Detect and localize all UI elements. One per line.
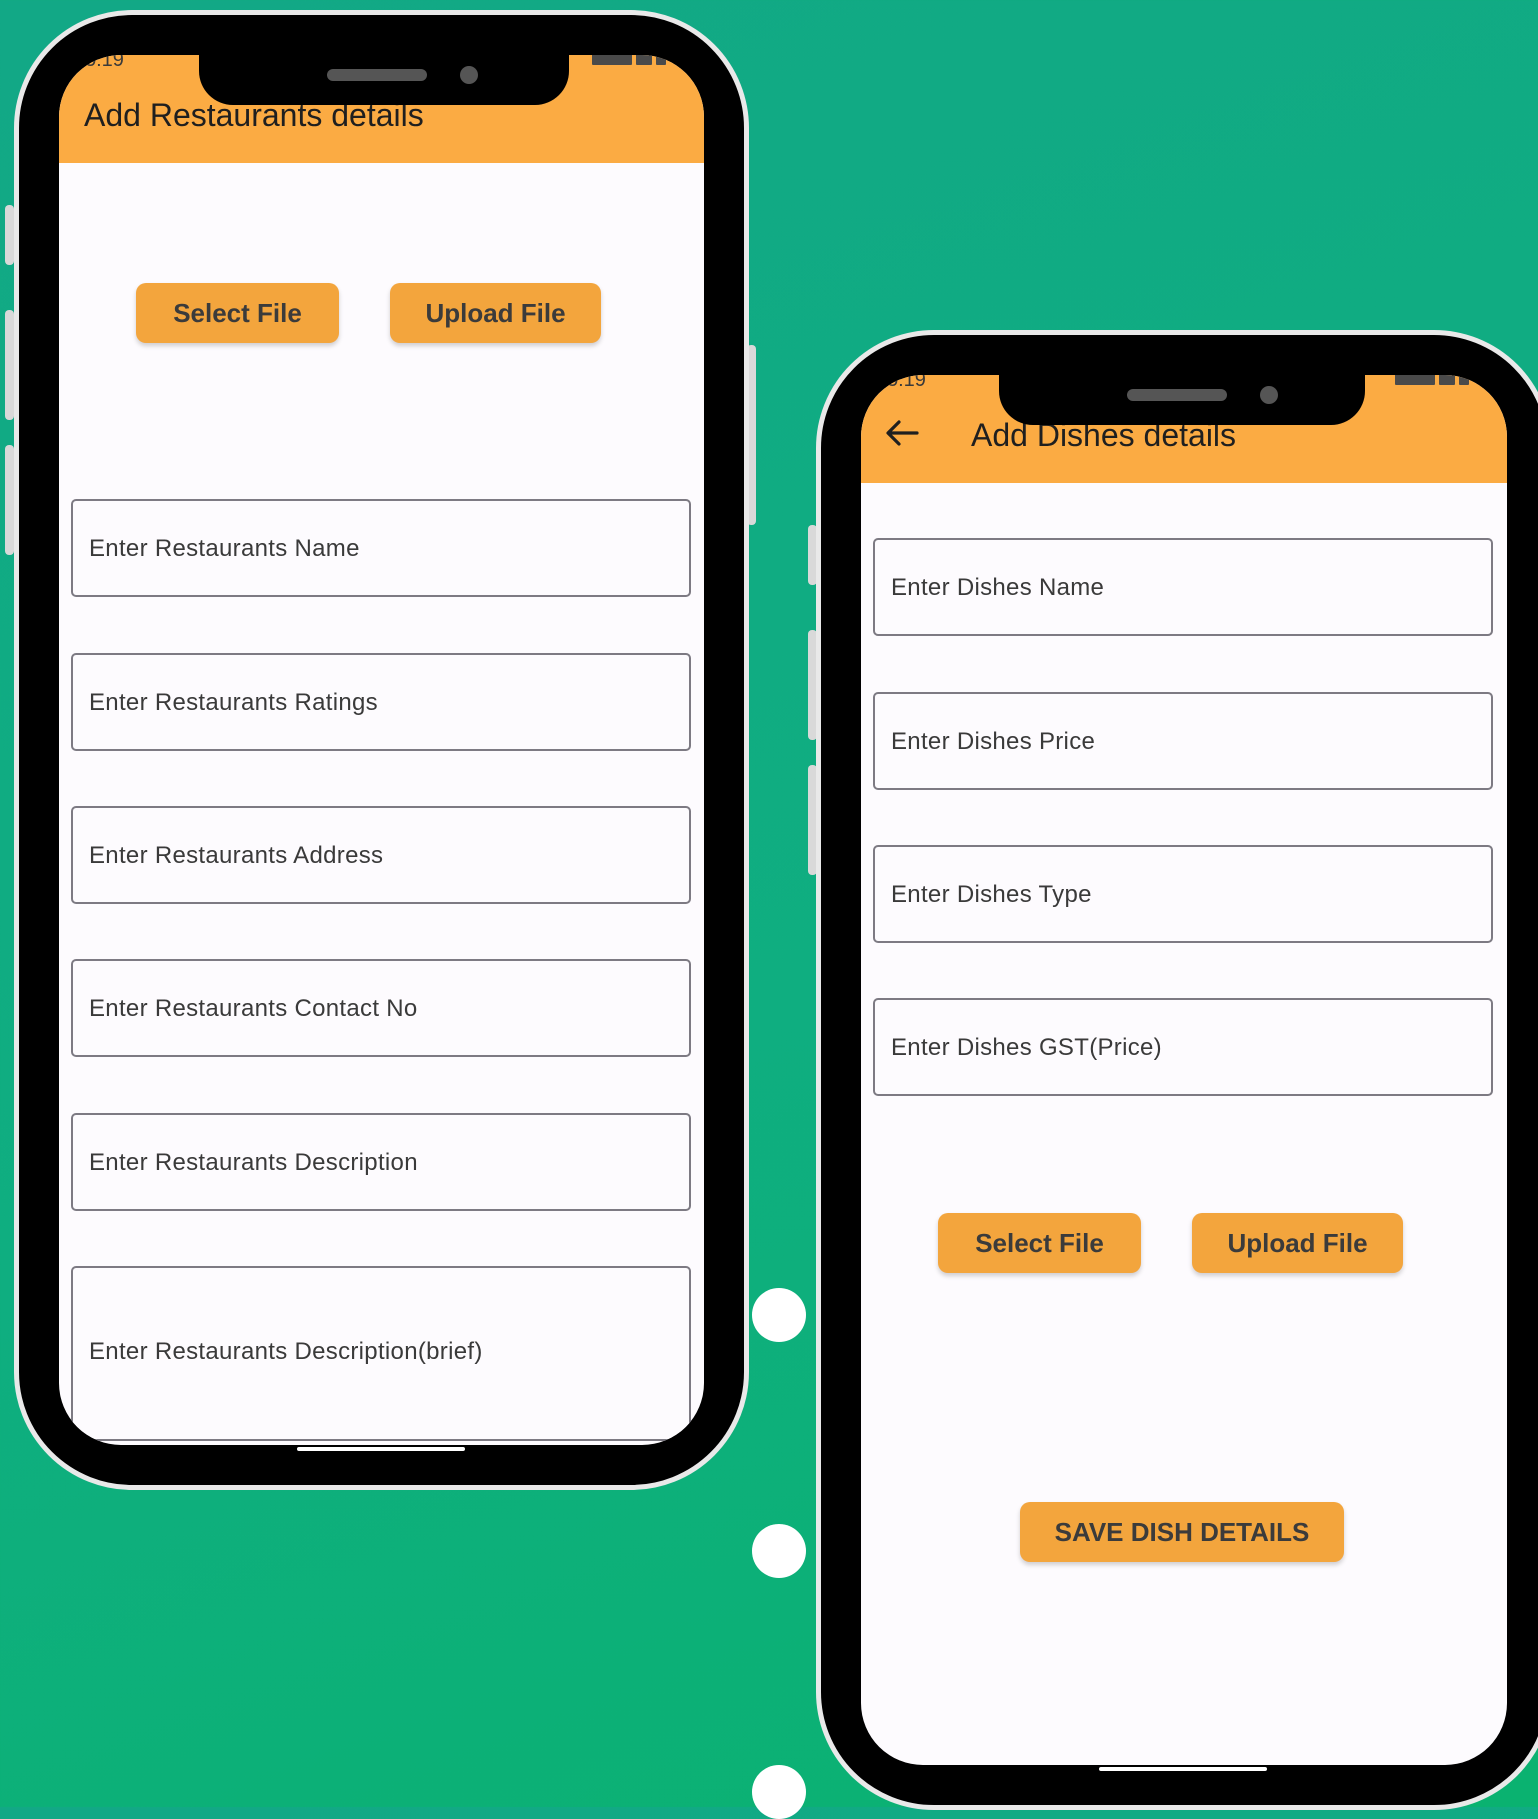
phone-notch	[199, 55, 569, 105]
field-placeholder: Enter Dishes Name	[891, 574, 1105, 601]
status-time: 5:19	[887, 375, 926, 391]
field-placeholder: Enter Restaurants Address	[89, 842, 384, 869]
dish-gst-field[interactable]: Enter Dishes GST(Price)	[873, 998, 1493, 1096]
volte-icon	[592, 55, 632, 65]
field-placeholder: Enter Restaurants Name	[89, 535, 360, 562]
save-dish-details-button[interactable]: SAVE DISH DETAILS	[1020, 1502, 1344, 1562]
volte-icon	[1395, 375, 1435, 385]
decorative-dot	[752, 1765, 806, 1819]
battery-icon	[1459, 375, 1469, 385]
upload-file-button[interactable]: Upload File	[1192, 1213, 1403, 1273]
restaurant-address-field[interactable]: Enter Restaurants Address	[71, 806, 691, 904]
speaker	[327, 69, 427, 81]
field-placeholder: Enter Restaurants Description(brief)	[89, 1338, 483, 1365]
phone-side-button	[5, 310, 14, 420]
upload-file-button[interactable]: Upload File	[390, 283, 601, 343]
status-icons	[592, 55, 666, 65]
restaurant-ratings-field[interactable]: Enter Restaurants Ratings	[71, 653, 691, 751]
field-placeholder: Enter Restaurants Contact No	[89, 995, 418, 1022]
phone-side-button	[5, 205, 14, 265]
speaker	[1127, 389, 1227, 401]
status-icons	[1395, 375, 1469, 385]
signal-icon	[1439, 375, 1455, 385]
select-file-button[interactable]: Select File	[136, 283, 339, 343]
home-indicator[interactable]	[297, 1447, 465, 1451]
phone-notch	[999, 375, 1365, 425]
dishes-screen: 5:19 Add Dishes details Enter Dishes Nam…	[861, 375, 1507, 1765]
field-placeholder: Enter Restaurants Description	[89, 1149, 418, 1176]
decorative-dot	[752, 1524, 806, 1578]
arrow-left-icon[interactable]	[883, 417, 921, 449]
field-placeholder: Enter Dishes GST(Price)	[891, 1034, 1162, 1061]
field-placeholder: Enter Dishes Type	[891, 881, 1092, 908]
field-placeholder: Enter Restaurants Ratings	[89, 689, 378, 716]
select-file-button[interactable]: Select File	[938, 1213, 1141, 1273]
phone-side-button	[5, 445, 14, 555]
camera	[460, 66, 478, 84]
battery-icon	[656, 55, 666, 65]
dishes-phone: 5:19 Add Dishes details Enter Dishes Nam…	[816, 330, 1538, 1810]
restaurant-description-field[interactable]: Enter Restaurants Description	[71, 1113, 691, 1211]
status-time: 5:19	[85, 55, 124, 71]
field-placeholder: Enter Dishes Price	[891, 728, 1096, 755]
dish-name-field[interactable]: Enter Dishes Name	[873, 538, 1493, 636]
camera	[1260, 386, 1278, 404]
signal-icon	[636, 55, 652, 65]
restaurant-contact-field[interactable]: Enter Restaurants Contact No	[71, 959, 691, 1057]
dish-type-field[interactable]: Enter Dishes Type	[873, 845, 1493, 943]
restaurant-name-field[interactable]: Enter Restaurants Name	[71, 499, 691, 597]
restaurant-phone: 5:19 Add Restaurants details Select File…	[14, 10, 749, 1490]
home-indicator[interactable]	[1099, 1767, 1267, 1771]
restaurant-description-brief-field[interactable]: Enter Restaurants Description(brief)	[71, 1266, 691, 1441]
restaurant-screen: 5:19 Add Restaurants details Select File…	[59, 55, 704, 1445]
dish-price-field[interactable]: Enter Dishes Price	[873, 692, 1493, 790]
decorative-dot	[752, 1288, 806, 1342]
